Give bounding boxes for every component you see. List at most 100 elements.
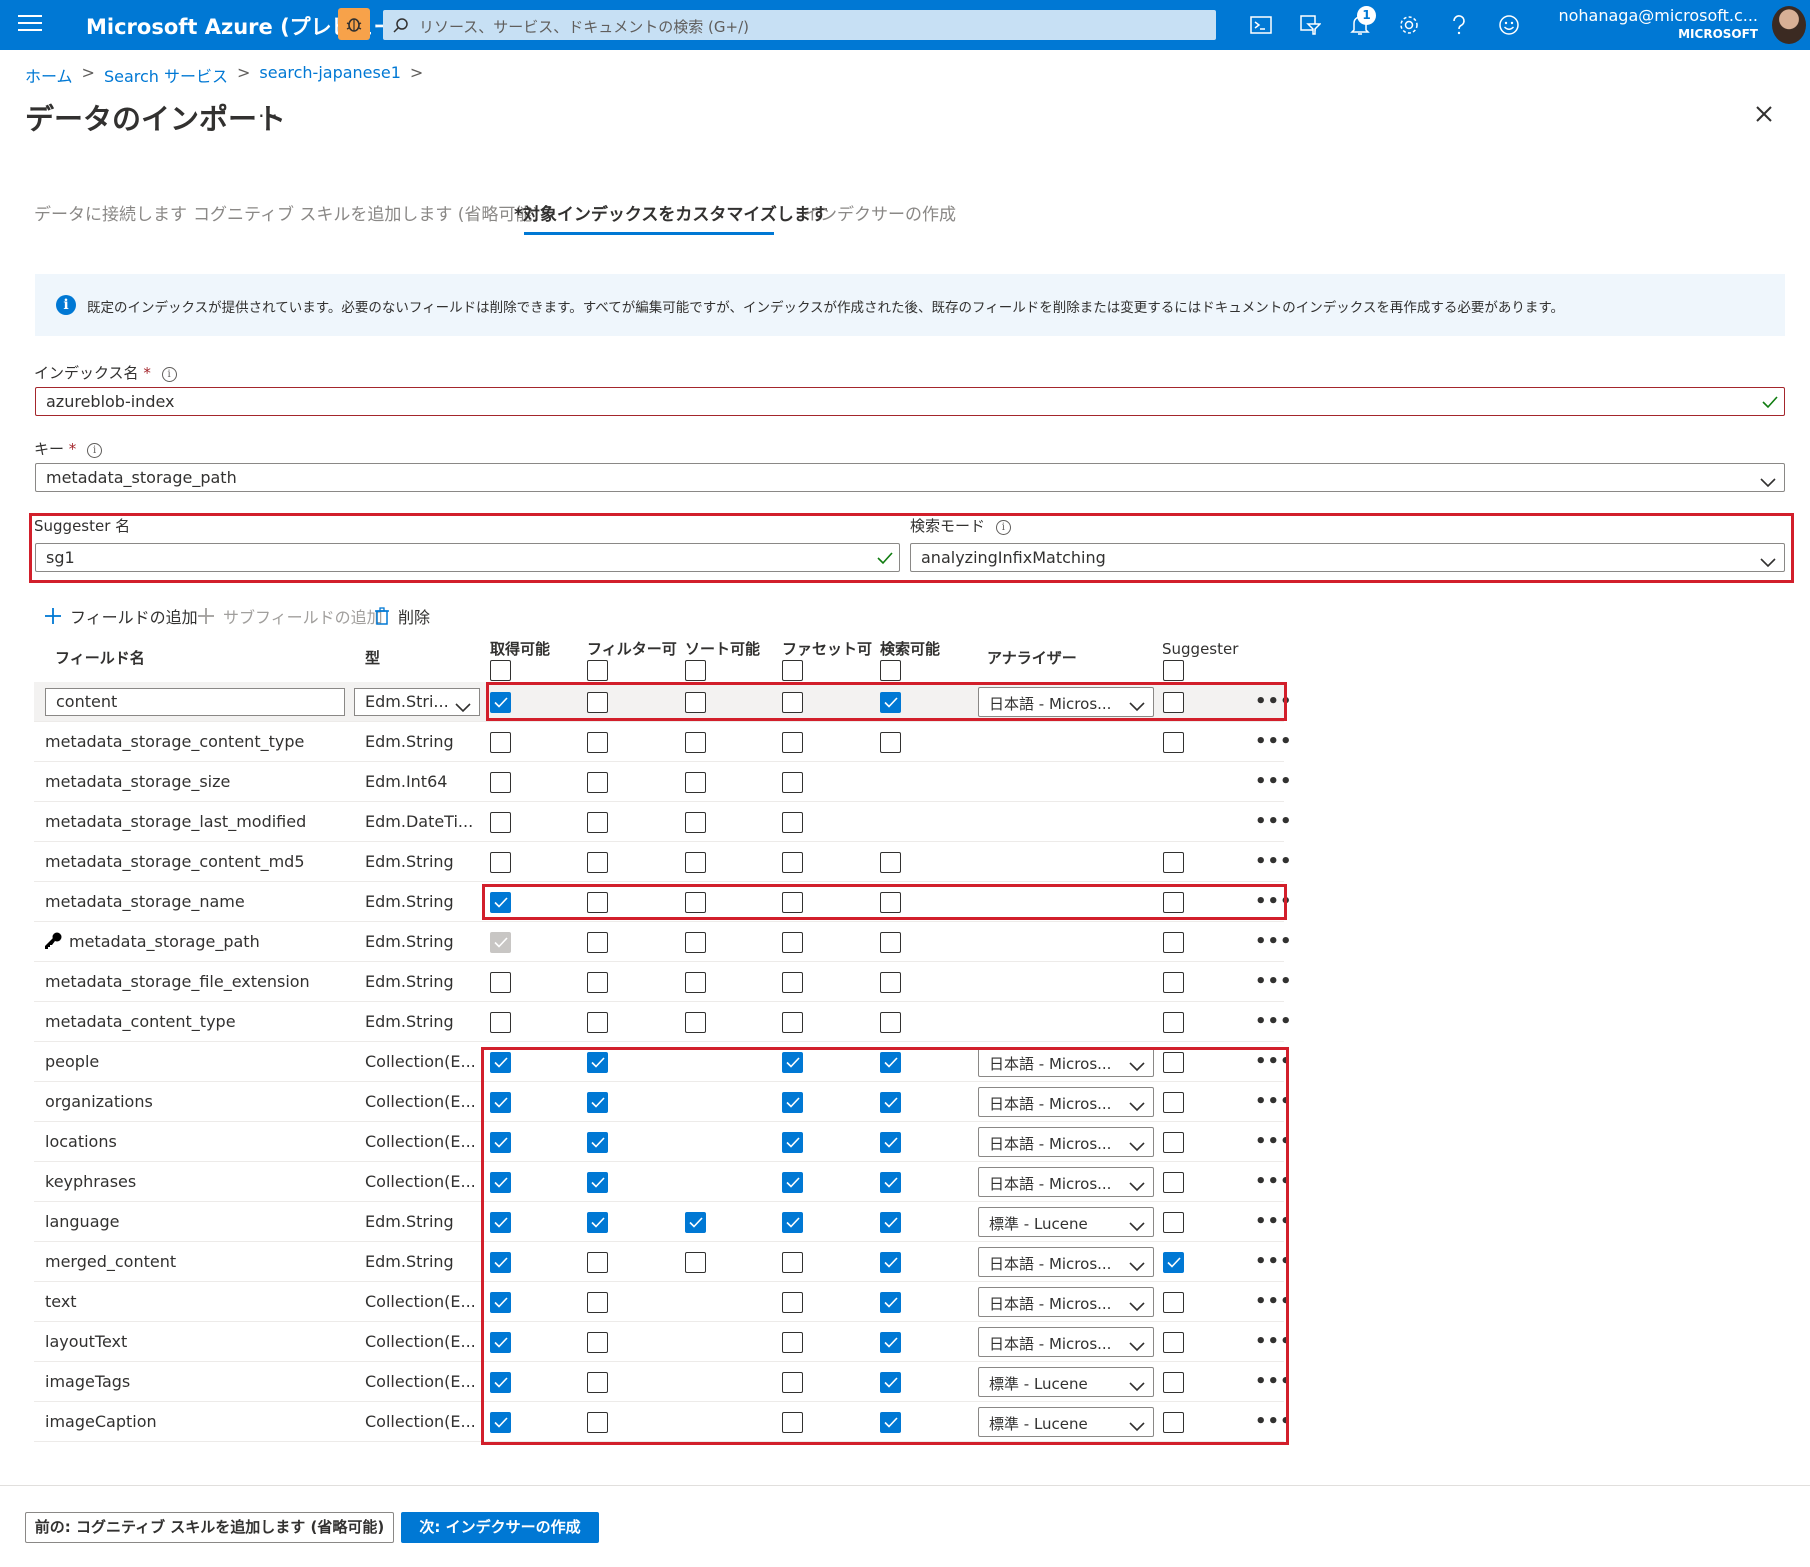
close-icon[interactable]	[1754, 104, 1774, 124]
suggester-checkbox[interactable]	[1163, 1012, 1184, 1033]
select-all-facetable-checkbox[interactable]	[782, 660, 803, 681]
sortable-checkbox[interactable]	[685, 852, 706, 873]
suggester-checkbox[interactable]	[1163, 1372, 1184, 1393]
bug-icon[interactable]	[338, 8, 370, 40]
row-more-options-icon[interactable]: •••	[1255, 731, 1293, 752]
sortable-checkbox[interactable]	[685, 932, 706, 953]
retrievable-checkbox[interactable]	[490, 772, 511, 793]
retrievable-checkbox[interactable]	[490, 892, 511, 913]
searchable-checkbox[interactable]	[880, 1092, 901, 1113]
facetable-checkbox[interactable]	[782, 772, 803, 793]
key-dropdown[interactable]: metadata_storage_path	[35, 463, 1785, 492]
field-row[interactable]: layoutText Collection(E... 日本語 - Micros...…	[34, 1322, 1292, 1362]
retrievable-checkbox[interactable]	[490, 1412, 511, 1433]
suggester-checkbox[interactable]	[1163, 932, 1184, 953]
row-more-options-icon[interactable]: •••	[1255, 1331, 1293, 1352]
hamburger-menu-icon[interactable]	[18, 15, 42, 35]
tab-add-cognitive-skills[interactable]: コグニティブ スキルを追加します (省略可能)	[193, 200, 539, 225]
field-row[interactable]: locations Collection(E... 日本語 - Micros... •…	[34, 1122, 1292, 1162]
searchable-checkbox[interactable]	[880, 1412, 901, 1433]
field-row[interactable]: metadata_storage_content_md5 Edm.String ••…	[34, 842, 1292, 882]
facetable-checkbox[interactable]	[782, 932, 803, 953]
row-more-options-icon[interactable]: •••	[1255, 691, 1293, 712]
global-search-input[interactable]: リソース、サービス、ドキュメントの検索 (G+/)	[383, 10, 1216, 40]
sortable-checkbox[interactable]	[685, 772, 706, 793]
field-row[interactable]: imageCaption Collection(E... 標準 - Lucene ••…	[34, 1402, 1292, 1442]
retrievable-checkbox[interactable]	[490, 1292, 511, 1313]
searchable-checkbox[interactable]	[880, 692, 901, 713]
delete-button[interactable]: 削除	[374, 604, 430, 628]
facetable-checkbox[interactable]	[782, 1412, 803, 1433]
filterable-checkbox[interactable]	[587, 1252, 608, 1273]
add-field-button[interactable]: フィールドの追加	[44, 604, 198, 628]
suggester-checkbox[interactable]	[1163, 852, 1184, 873]
breadcrumb-home[interactable]: ホーム	[25, 63, 73, 87]
facetable-checkbox[interactable]	[782, 732, 803, 753]
select-all-suggester-checkbox[interactable]	[1163, 660, 1184, 681]
tab-create-indexer[interactable]: インデクサーの作成	[803, 200, 956, 225]
row-more-options-icon[interactable]: •••	[1255, 1171, 1293, 1192]
field-row[interactable]: merged_content Edm.String 日本語 - Micros... •…	[34, 1242, 1292, 1282]
retrievable-checkbox[interactable]	[490, 1172, 511, 1193]
retrievable-checkbox[interactable]	[490, 1332, 511, 1353]
searchable-checkbox[interactable]	[880, 892, 901, 913]
analyzer-dropdown[interactable]: 日本語 - Micros...	[978, 1327, 1154, 1357]
field-row[interactable]: imageTags Collection(E... 標準 - Lucene •••	[34, 1362, 1292, 1402]
field-row[interactable]: content Edm.Stri... 日本語 - Micros... •••	[34, 682, 1292, 722]
facetable-checkbox[interactable]	[782, 1292, 803, 1313]
sortable-checkbox[interactable]	[685, 692, 706, 713]
field-row[interactable]: metadata_storage_name Edm.String •••	[34, 882, 1292, 922]
suggester-checkbox[interactable]	[1163, 1332, 1184, 1353]
directory-filter-icon[interactable]	[1297, 12, 1323, 38]
row-more-options-icon[interactable]: •••	[1255, 1411, 1293, 1432]
info-circle-icon[interactable]: i	[161, 367, 177, 382]
field-row[interactable]: people Collection(E... 日本語 - Micros... •••	[34, 1042, 1292, 1082]
retrievable-checkbox[interactable]	[490, 972, 511, 993]
breadcrumb-search-services[interactable]: Search サービス	[104, 63, 228, 87]
searchable-checkbox[interactable]	[880, 1172, 901, 1193]
field-row[interactable]: metadata_storage_size Edm.Int64 •••	[34, 762, 1292, 802]
retrievable-checkbox[interactable]	[490, 1132, 511, 1153]
sortable-checkbox[interactable]	[685, 812, 706, 833]
row-more-options-icon[interactable]: •••	[1255, 1011, 1293, 1032]
row-more-options-icon[interactable]: •••	[1255, 891, 1293, 912]
select-all-sortable-checkbox[interactable]	[685, 660, 706, 681]
facetable-checkbox[interactable]	[782, 1092, 803, 1113]
retrievable-checkbox[interactable]	[490, 1212, 511, 1233]
next-button[interactable]: 次: インデクサーの作成	[401, 1512, 599, 1543]
analyzer-dropdown[interactable]: 標準 - Lucene	[978, 1207, 1154, 1237]
suggester-checkbox[interactable]	[1163, 892, 1184, 913]
index-name-field[interactable]: azureblob-index	[35, 387, 1785, 416]
searchable-checkbox[interactable]	[880, 1292, 901, 1313]
filterable-checkbox[interactable]	[587, 1372, 608, 1393]
suggester-checkbox[interactable]	[1163, 1292, 1184, 1313]
filterable-checkbox[interactable]	[587, 932, 608, 953]
searchable-checkbox[interactable]	[880, 1332, 901, 1353]
row-more-options-icon[interactable]: •••	[1255, 1371, 1293, 1392]
facetable-checkbox[interactable]	[782, 1172, 803, 1193]
searchable-checkbox[interactable]	[880, 1132, 901, 1153]
analyzer-dropdown[interactable]: 日本語 - Micros...	[978, 1167, 1154, 1197]
filterable-checkbox[interactable]	[587, 1012, 608, 1033]
filterable-checkbox[interactable]	[587, 972, 608, 993]
search-mode-dropdown[interactable]: analyzingInfixMatching	[910, 543, 1785, 572]
row-more-options-icon[interactable]: •••	[1255, 1051, 1293, 1072]
filterable-checkbox[interactable]	[587, 1412, 608, 1433]
field-row[interactable]: language Edm.String 標準 - Lucene •••	[34, 1202, 1292, 1242]
field-row[interactable]: metadata_storage_content_type Edm.String •…	[34, 722, 1292, 762]
analyzer-dropdown[interactable]: 日本語 - Micros...	[978, 1087, 1154, 1117]
field-type-dropdown[interactable]: Edm.Stri...	[354, 688, 480, 716]
suggester-checkbox[interactable]	[1163, 1092, 1184, 1113]
select-all-filterable-checkbox[interactable]	[587, 660, 608, 681]
field-row[interactable]: metadata_storage_file_extension Edm.Strin…	[34, 962, 1292, 1002]
field-row[interactable]: organizations Collection(E... 日本語 - Micros…	[34, 1082, 1292, 1122]
row-more-options-icon[interactable]: •••	[1255, 1211, 1293, 1232]
smiley-icon[interactable]	[1496, 12, 1522, 38]
retrievable-checkbox[interactable]	[490, 1252, 511, 1273]
filterable-checkbox[interactable]	[587, 692, 608, 713]
facetable-checkbox[interactable]	[782, 892, 803, 913]
field-row[interactable]: metadata_storage_last_modified Edm.DateTi…	[34, 802, 1292, 842]
facetable-checkbox[interactable]	[782, 852, 803, 873]
searchable-checkbox[interactable]	[880, 932, 901, 953]
retrievable-checkbox[interactable]	[490, 1012, 511, 1033]
